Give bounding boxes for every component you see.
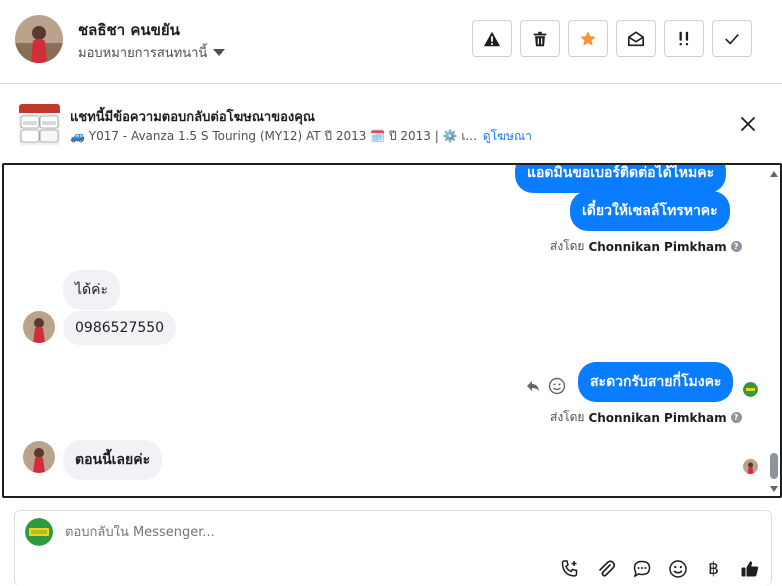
- contact-avatar-small: [23, 441, 55, 473]
- incoming-message: ได้ค่ะ: [63, 270, 121, 310]
- assign-conversation-dropdown[interactable]: มอบหมายการสนทนานี้: [78, 42, 226, 63]
- caret-down-icon: [213, 49, 226, 56]
- sender-name: Chonnikan Pimkham: [588, 410, 727, 425]
- double-exclamation-icon: [679, 31, 689, 45]
- close-icon: [741, 117, 755, 131]
- scroll-down-arrow[interactable]: [770, 486, 778, 492]
- emoji-button[interactable]: [666, 557, 689, 580]
- sent-by-label: ส่งโดย Chonnikan Pimkham ?: [550, 408, 742, 427]
- outgoing-message: เดี๋ยวให้เซลล์โทรหาคะ: [570, 191, 730, 231]
- smiley-icon: [668, 559, 687, 578]
- star-icon: [580, 30, 596, 46]
- chat-bubble-icon: [633, 560, 650, 577]
- incoming-message: 0986527550: [63, 311, 177, 345]
- mark-done-button[interactable]: [712, 20, 752, 57]
- sent-by-prefix: ส่งโดย: [550, 410, 585, 424]
- like-button[interactable]: [738, 557, 761, 580]
- contact-read-receipt: [743, 459, 758, 474]
- attach-button[interactable]: [594, 557, 617, 580]
- contact-avatar[interactable]: [15, 15, 63, 63]
- page-avatar-read-receipt: [743, 382, 758, 397]
- contact-name[interactable]: ชลธิชา คนขยัน: [78, 18, 180, 42]
- payment-button[interactable]: ฿: [702, 557, 725, 580]
- question-icon[interactable]: ?: [730, 241, 742, 252]
- trash-icon: [533, 31, 547, 46]
- composer-tools: ฿: [558, 557, 761, 580]
- ad-reply-banner: แชทนี้มีข้อความตอบกลับต่อโฆษณาของคุณ 🚙 Y…: [0, 84, 782, 162]
- close-banner-button[interactable]: [738, 114, 758, 134]
- incoming-message: ตอนนี้เลยค่ะ: [63, 440, 163, 480]
- sent-by-prefix: ส่งโดย: [550, 239, 585, 253]
- question-icon[interactable]: ?: [730, 412, 742, 423]
- checkmark-icon: [725, 33, 739, 45]
- reply-composer: ฿: [14, 510, 772, 586]
- mark-spam-button[interactable]: [472, 20, 512, 57]
- conversation-header: ชลธิชา คนขยัน มอบหมายการสนทนานี้: [0, 0, 782, 84]
- paperclip-icon: [598, 559, 615, 577]
- contact-avatar-small: [23, 311, 55, 343]
- call-button[interactable]: [558, 557, 581, 580]
- react-emoji-icon[interactable]: [548, 377, 566, 399]
- baht-icon: ฿: [708, 558, 719, 579]
- page-avatar: [25, 518, 53, 546]
- message-thread[interactable]: แอดมินขอเบอร์ติดต่อได้ไหมคะ เดี๋ยวให้เซล…: [2, 163, 782, 498]
- sent-by-label: ส่งโดย Chonnikan Pimkham ?: [550, 237, 742, 256]
- ad-banner-title: แชทนี้มีข้อความตอบกลับต่อโฆษณาของคุณ: [70, 110, 315, 125]
- star-button[interactable]: [568, 20, 608, 57]
- thumbs-up-icon: [741, 560, 758, 576]
- phone-plus-icon: [561, 559, 577, 577]
- scroll-up-arrow[interactable]: [770, 171, 778, 177]
- scrollbar[interactable]: [768, 165, 780, 496]
- mark-unread-button[interactable]: [616, 20, 656, 57]
- ad-banner-subtitle: 🚙 Y017 - Avanza 1.5 S Touring (MY12) AT …: [70, 127, 532, 146]
- envelope-open-icon: [627, 30, 645, 46]
- follow-up-button[interactable]: [664, 20, 704, 57]
- reply-icon[interactable]: [525, 378, 541, 398]
- message-input[interactable]: [65, 525, 665, 540]
- saved-replies-button[interactable]: [630, 557, 653, 580]
- delete-button[interactable]: [520, 20, 560, 57]
- scrollbar-thumb[interactable]: [770, 453, 778, 479]
- assign-label: มอบหมายการสนทนานี้: [78, 46, 208, 61]
- sender-name: Chonnikan Pimkham: [588, 239, 727, 254]
- outgoing-message: สะดวกรับสายกี่โมงคะ: [578, 362, 734, 402]
- ad-thumbnail[interactable]: [19, 104, 60, 145]
- warning-icon: [483, 31, 501, 46]
- ad-description: 🚙 Y017 - Avanza 1.5 S Touring (MY12) AT …: [70, 129, 477, 143]
- outgoing-message: แอดมินขอเบอร์ติดต่อได้ไหมคะ: [515, 165, 727, 193]
- header-actions: [472, 20, 752, 57]
- view-ad-link[interactable]: ดูโฆษณา: [483, 127, 532, 146]
